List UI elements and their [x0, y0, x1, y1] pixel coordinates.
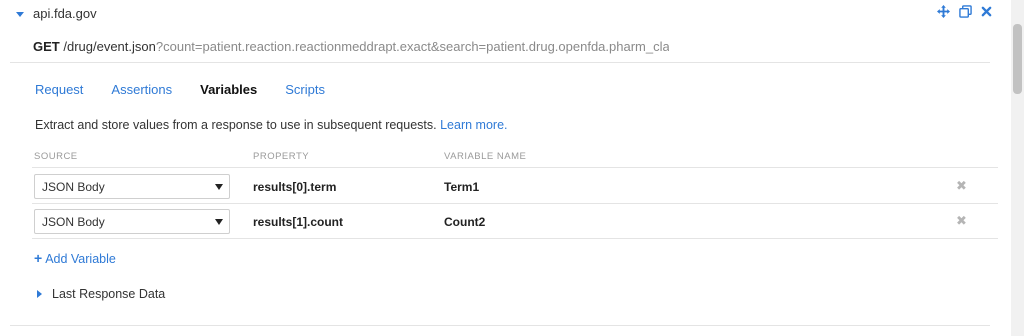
request-host[interactable]: api.fda.gov [33, 6, 97, 21]
variables-description: Extract and store values from a response… [35, 118, 508, 132]
request-url: GET /drug/event.json?count=patient.react… [33, 39, 669, 54]
column-header-source: SOURCE [34, 151, 78, 162]
url-path: /drug/event.json [63, 39, 156, 54]
divider [10, 325, 990, 326]
tab-request[interactable]: Request [35, 82, 83, 97]
table-divider [32, 238, 998, 239]
tab-assertions[interactable]: Assertions [111, 82, 172, 97]
collapse-caret-icon[interactable] [16, 12, 24, 17]
add-variable-button[interactable]: + Add Variable [34, 250, 116, 266]
vertical-scrollbar[interactable] [1011, 0, 1024, 336]
scrollbar-thumb[interactable] [1013, 24, 1022, 94]
table-divider [32, 167, 998, 168]
description-text: Extract and store values from a response… [35, 118, 437, 132]
tab-scripts[interactable]: Scripts [285, 82, 325, 97]
divider [10, 62, 990, 63]
url-query: ?count=patient.reaction.reactionmeddrapt… [155, 39, 669, 54]
step-tabs: Request Assertions Variables Scripts [35, 82, 353, 97]
close-icon[interactable] [981, 6, 992, 17]
remove-variable-icon[interactable]: ✖ [956, 213, 967, 229]
source-select-value: JSON Body [42, 215, 105, 229]
column-header-property: PROPERTY [253, 151, 310, 162]
expand-caret-icon[interactable] [37, 290, 42, 298]
last-response-toggle[interactable]: Last Response Data [52, 287, 165, 301]
chevron-down-icon [215, 184, 223, 190]
plus-icon: + [34, 250, 43, 266]
table-divider [32, 203, 998, 204]
tab-variables[interactable]: Variables [200, 82, 257, 97]
variable-name-field[interactable]: Term1 [444, 180, 479, 194]
move-icon[interactable] [937, 5, 950, 18]
chevron-down-icon [215, 219, 223, 225]
header-actions [937, 5, 992, 18]
property-field[interactable]: results[0].term [253, 180, 336, 194]
source-select-value: JSON Body [42, 180, 105, 194]
add-variable-label: Add Variable [45, 252, 116, 266]
variable-name-field[interactable]: Count2 [444, 215, 485, 229]
column-header-variable-name: VARIABLE NAME [444, 151, 527, 162]
source-select[interactable]: JSON Body [34, 209, 230, 234]
source-select[interactable]: JSON Body [34, 174, 230, 199]
remove-variable-icon[interactable]: ✖ [956, 178, 967, 194]
learn-more-link[interactable]: Learn more. [440, 118, 507, 132]
property-field[interactable]: results[1].count [253, 215, 343, 229]
http-method: GET [33, 39, 60, 54]
duplicate-icon[interactable] [959, 5, 972, 18]
